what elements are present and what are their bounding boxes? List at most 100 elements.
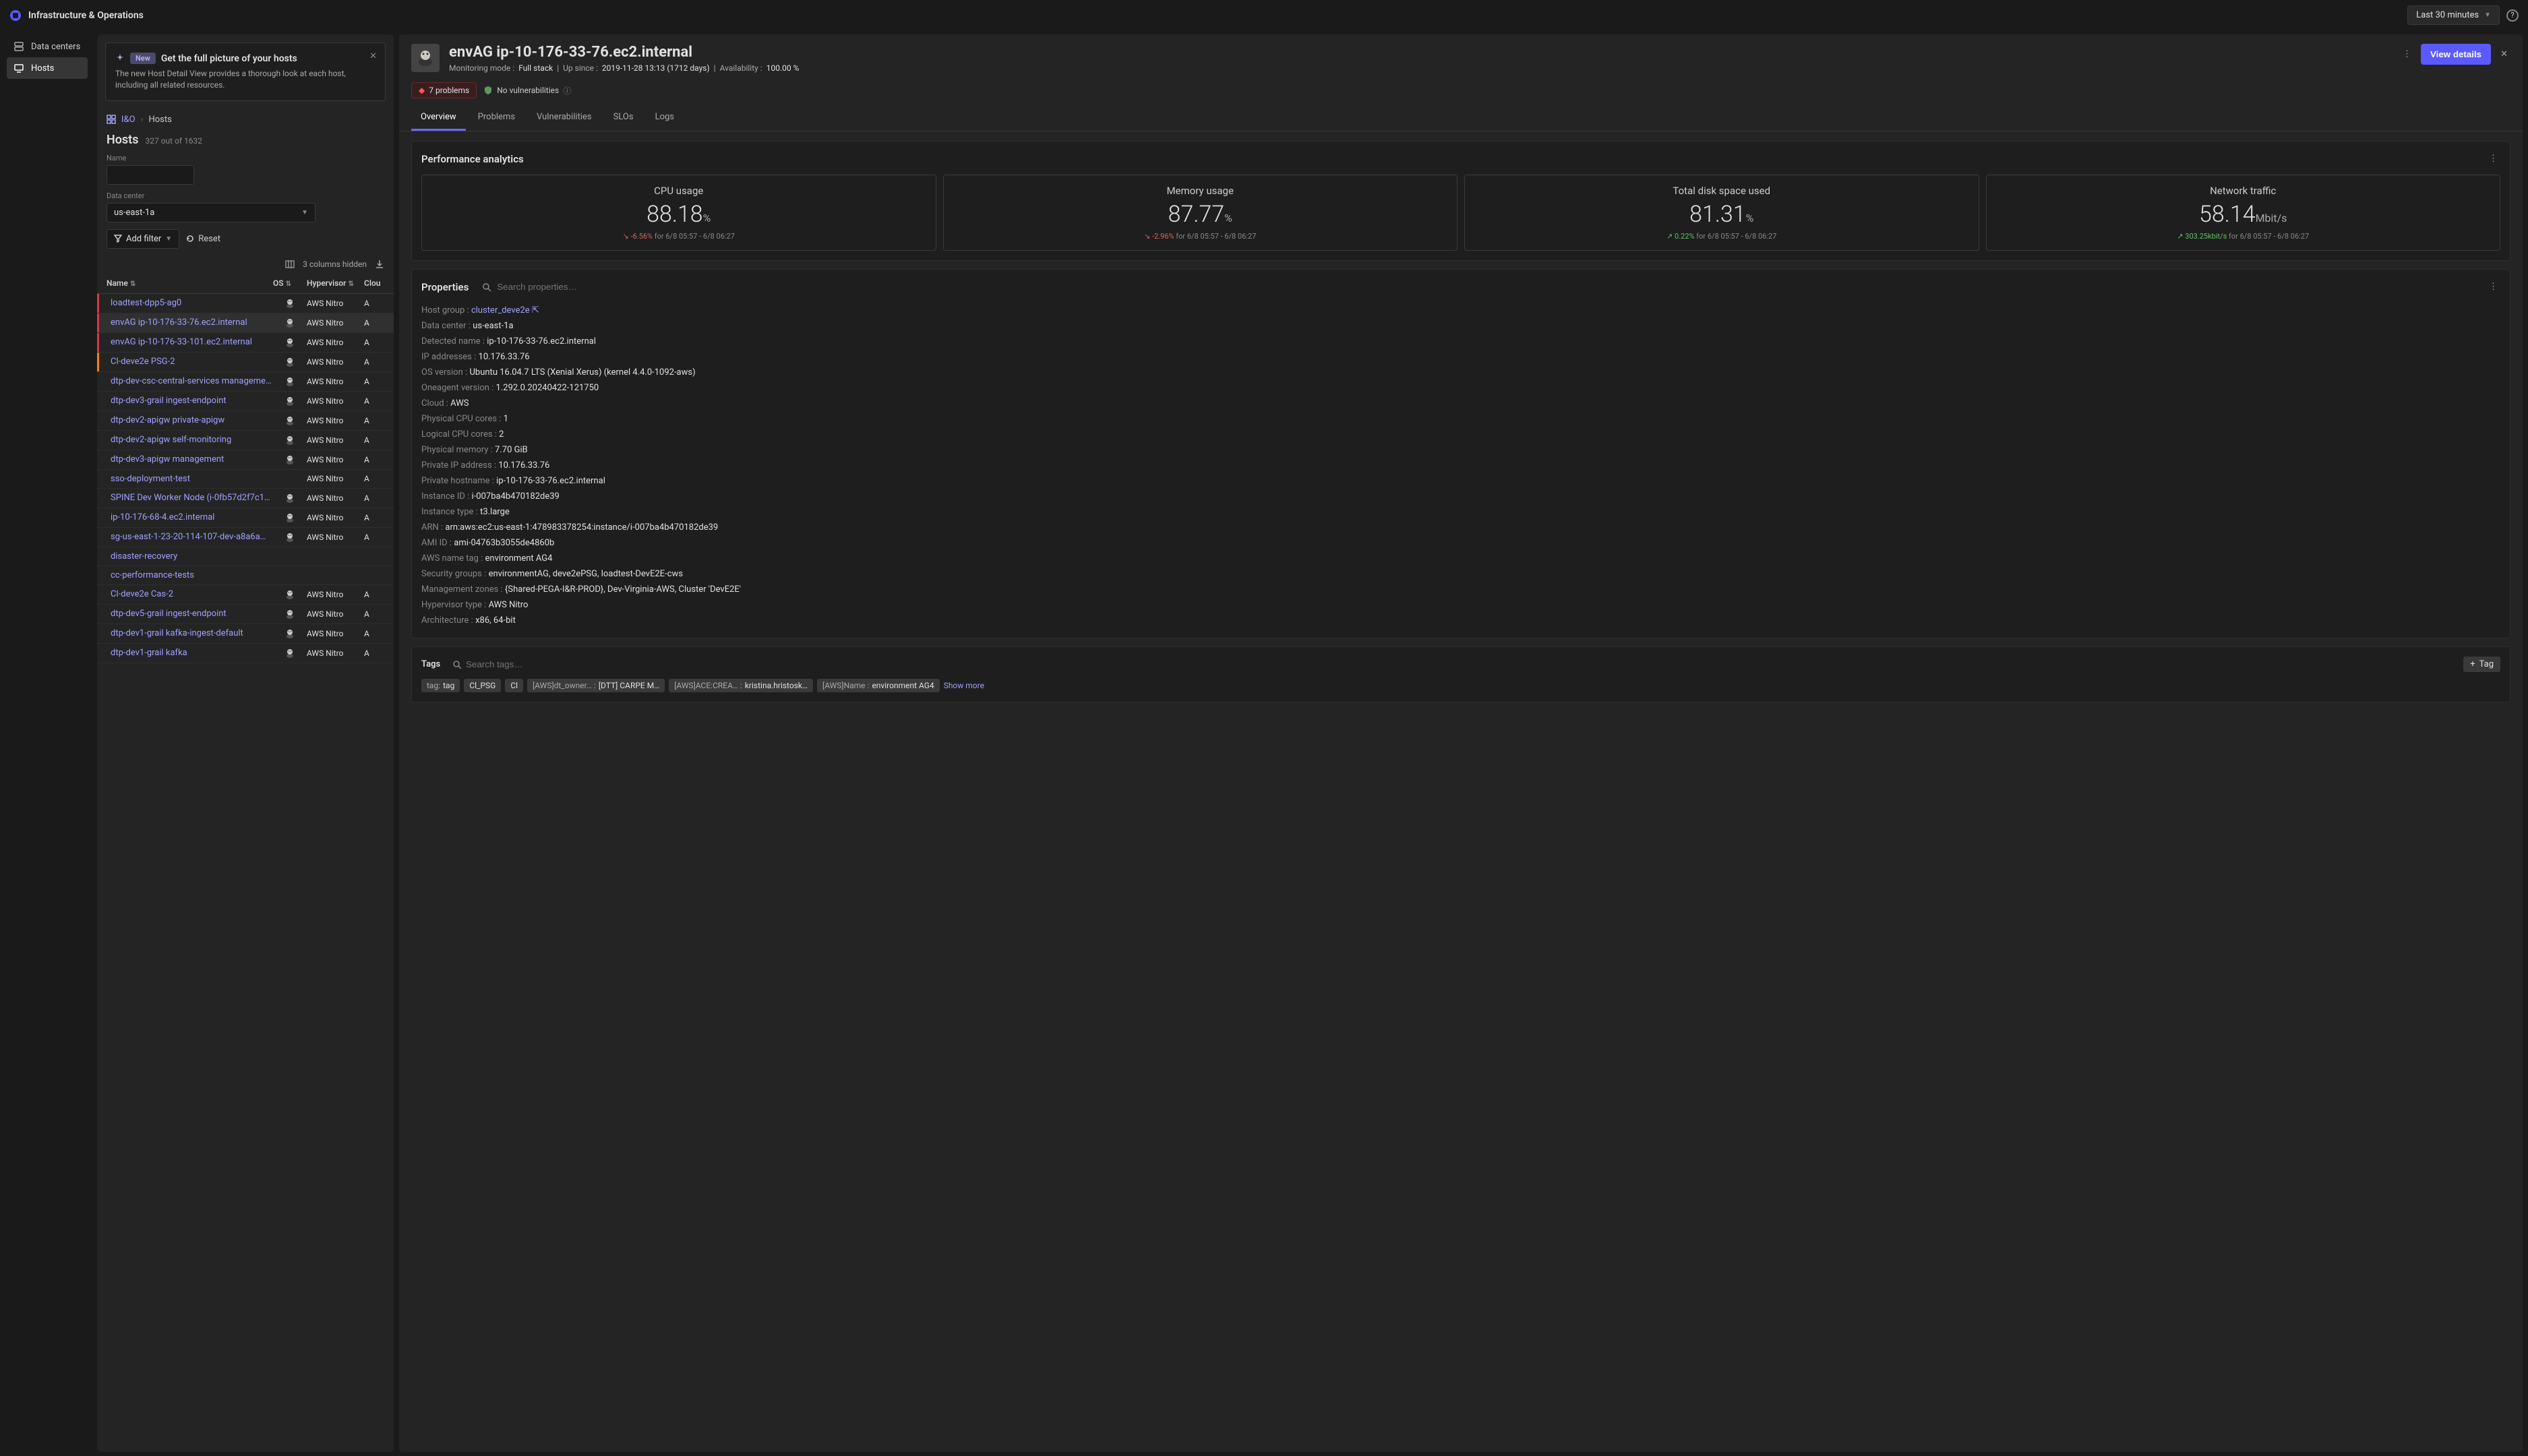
add-tag-button[interactable]: + Tag <box>2463 657 2500 672</box>
hidden-columns-label[interactable]: 3 columns hidden <box>303 260 367 269</box>
table-row[interactable]: envAG ip-10-176-33-101.ec2.internalAWS N… <box>97 333 394 353</box>
table-row[interactable]: dtp-dev5-grail ingest-endpointAWS NitroA <box>97 605 394 624</box>
table-row[interactable]: ip-10-176-68-4.ec2.internalAWS NitroA <box>97 508 394 528</box>
tags-search-input[interactable] <box>466 659 585 669</box>
linux-icon <box>284 493 295 504</box>
column-header-name[interactable]: Name ⇅ <box>107 278 273 288</box>
hypervisor-cell: AWS Nitro <box>307 493 364 503</box>
add-filter-button[interactable]: Add filter ▼ <box>107 229 179 249</box>
table-row[interactable]: SPINE Dev Worker Node (i-0fb57d2f7c144…A… <box>97 489 394 508</box>
breadcrumb-root[interactable]: I&O <box>121 115 136 125</box>
property-key: Instance ID : <box>421 491 469 502</box>
linux-icon <box>284 512 295 523</box>
table-row[interactable]: dtp-dev-csc-central-services managementA… <box>97 372 394 392</box>
app-logo-icon <box>9 9 22 22</box>
metric-trend: ↘ -6.56% for 6/8 05:57 - 6/8 06:27 <box>431 232 926 241</box>
property-row: ARN : arn:aws:ec2:us-east-1:478983378254… <box>421 520 2500 535</box>
dc-filter-select[interactable]: us-east-1a ▼ <box>107 203 315 222</box>
property-value: x86, 64-bit <box>475 615 516 626</box>
table-row[interactable]: dtp-dev1-grail kafkaAWS NitroA <box>97 644 394 663</box>
problems-badge[interactable]: ◆ 7 problems <box>411 82 477 98</box>
metric-card[interactable]: Total disk space used81.31%↗ 0.22% for 6… <box>1464 175 1979 251</box>
property-key: Physical memory : <box>421 445 493 455</box>
tag-chip[interactable]: [AWS]ACE:CREA… :kristina.hristosk… <box>669 679 813 692</box>
property-value[interactable]: cluster_deve2e <box>471 305 530 315</box>
host-name: Cl-deve2e PSG-2 <box>107 357 273 367</box>
info-icon[interactable]: ⓘ <box>563 85 571 96</box>
host-name: dtp-dev3-grail ingest-endpoint <box>107 396 273 406</box>
help-icon[interactable]: ? <box>2506 9 2519 22</box>
property-key: Hypervisor type : <box>421 600 486 610</box>
properties-title: Properties <box>421 281 469 293</box>
reset-icon <box>186 235 194 243</box>
view-details-button[interactable]: View details <box>2421 44 2491 65</box>
tab-logs[interactable]: Logs <box>646 105 684 131</box>
time-range-label: Last 30 minutes <box>2416 10 2479 20</box>
property-value: environmentAG, deve2ePSG, loadtest-DevE2… <box>489 569 683 579</box>
os-cell <box>273 512 307 523</box>
table-row[interactable]: loadtest-dpp5-ag0AWS NitroA <box>97 294 394 313</box>
sidebar-item-label: Hosts <box>31 63 54 73</box>
table-row[interactable]: sso-deployment-testAWS NitroA <box>97 470 394 489</box>
close-icon[interactable]: ✕ <box>2498 47 2510 62</box>
os-cell <box>273 532 307 543</box>
problems-count: 7 problems <box>429 86 469 95</box>
table-row[interactable]: Cl-deve2e PSG-2AWS NitroA <box>97 353 394 372</box>
property-key: Cloud : <box>421 398 448 408</box>
tag-button-label: Tag <box>2479 659 2494 669</box>
column-header-os[interactable]: OS ⇅ <box>273 278 307 288</box>
tag-chip[interactable]: Cl_PSG <box>464 679 501 692</box>
linux-icon <box>284 415 295 426</box>
more-icon[interactable]: ⋮ <box>2400 47 2414 62</box>
cloud-cell: A <box>364 299 384 308</box>
property-value: environment AG4 <box>485 553 553 564</box>
breadcrumb-icon[interactable] <box>107 115 116 124</box>
tag-chip[interactable]: tag:tag <box>421 679 460 692</box>
property-key: IP addresses : <box>421 352 476 362</box>
table-row[interactable]: Cl-deve2e Cas-2AWS NitroA <box>97 585 394 605</box>
properties-search-input[interactable] <box>497 282 2486 292</box>
external-link-icon[interactable]: ⇱ <box>532 305 539 315</box>
close-icon[interactable]: ✕ <box>369 51 377 61</box>
table-row[interactable]: dtp-dev2-apigw private-apigwAWS NitroA <box>97 411 394 431</box>
tag-chip[interactable]: [AWS]Name :environment AG4 <box>817 679 940 692</box>
tab-overview[interactable]: Overview <box>411 105 466 131</box>
table-row[interactable]: dtp-dev3-apigw managementAWS NitroA <box>97 450 394 470</box>
more-icon[interactable]: ⋮ <box>2486 151 2500 166</box>
table-row[interactable]: dtp-dev1-grail kafka-ingest-defaultAWS N… <box>97 624 394 644</box>
column-header-cloud[interactable]: Clou <box>364 278 384 288</box>
sidebar-item-datacenters[interactable]: Data centers <box>7 36 88 57</box>
property-row: Data center : us-east-1a <box>421 318 2500 334</box>
availability-value: 100.00 % <box>766 63 800 73</box>
time-range-selector[interactable]: Last 30 minutes ▼ <box>2407 5 2500 25</box>
columns-icon[interactable] <box>285 260 295 269</box>
table-row[interactable]: sg-us-east-1-23-20-114-107-dev-a8a6a…AWS… <box>97 528 394 547</box>
table-row[interactable]: envAG ip-10-176-33-76.ec2.internalAWS Ni… <box>97 313 394 333</box>
tab-problems[interactable]: Problems <box>469 105 524 131</box>
os-cell <box>273 317 307 328</box>
table-row[interactable]: disaster-recovery <box>97 547 394 566</box>
metric-card[interactable]: Memory usage87.77%↘ -2.96% for 6/8 05:57… <box>943 175 1458 251</box>
tab-vulnerabilities[interactable]: Vulnerabilities <box>527 105 601 131</box>
new-badge: New <box>130 53 156 64</box>
metric-card[interactable]: Network traffic58.14Mbit/s↗ 303.25kbit/s… <box>1986 175 2501 251</box>
more-icon[interactable]: ⋮ <box>2486 279 2500 295</box>
metric-card[interactable]: CPU usage88.18%↘ -6.56% for 6/8 05:57 - … <box>421 175 936 251</box>
filter-icon <box>114 235 122 243</box>
show-more-link[interactable]: Show more <box>944 681 984 690</box>
property-value: 10.176.33.76 <box>479 352 530 362</box>
table-row[interactable]: dtp-dev3-grail ingest-endpointAWS NitroA <box>97 392 394 411</box>
tag-chip[interactable]: [AWS]dt_owner… :[DTT] CARPE M… <box>527 679 665 692</box>
tag-chip[interactable]: Cl <box>505 679 523 692</box>
reset-button[interactable]: Reset <box>186 234 220 244</box>
sidebar-item-hosts[interactable]: Hosts <box>7 57 88 79</box>
download-icon[interactable] <box>375 260 384 269</box>
table-row[interactable]: cc-performance-tests <box>97 566 394 585</box>
host-name: disaster-recovery <box>107 551 273 562</box>
tab-slos[interactable]: SLOs <box>604 105 643 131</box>
sort-icon: ⇅ <box>130 280 136 288</box>
up-since-value: 2019-11-28 13:13 (1712 days) <box>602 63 710 73</box>
name-filter-input[interactable] <box>107 165 194 185</box>
column-header-hypervisor[interactable]: Hypervisor ⇅ <box>307 278 364 288</box>
table-row[interactable]: dtp-dev2-apigw self-monitoringAWS NitroA <box>97 431 394 450</box>
